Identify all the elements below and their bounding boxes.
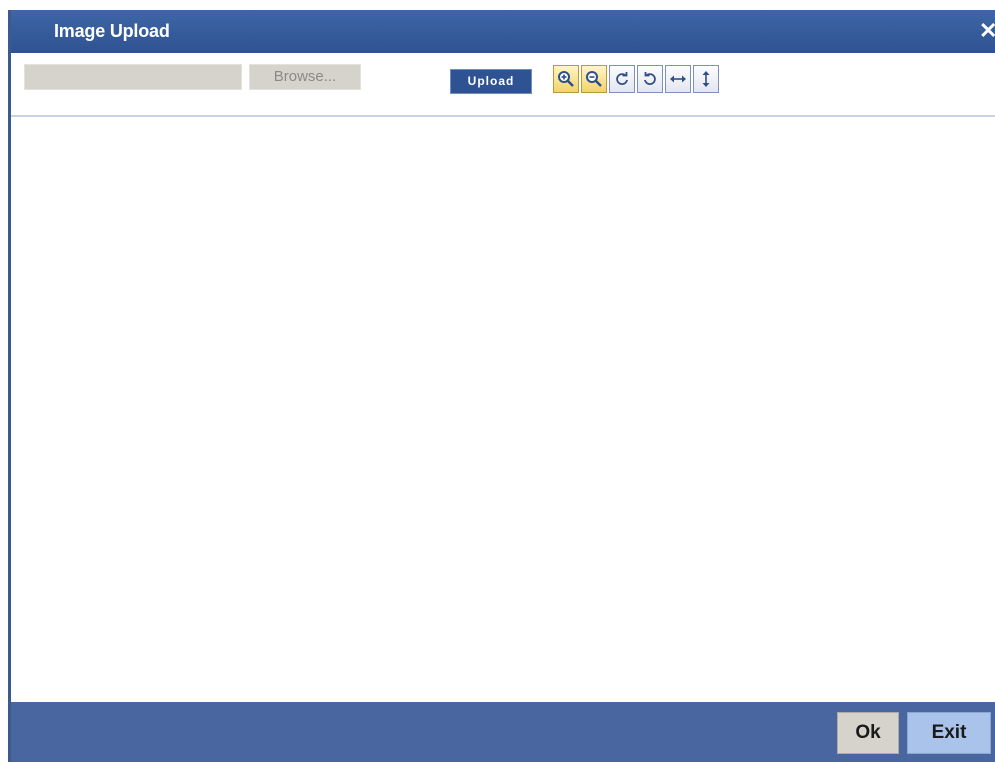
- upload-toolbar: Browse... Upload: [11, 53, 995, 117]
- file-path-input[interactable]: [24, 64, 242, 90]
- upload-button[interactable]: Upload: [450, 69, 532, 94]
- dialog-footer: Ok Exit: [11, 702, 995, 762]
- browse-button[interactable]: Browse...: [249, 64, 361, 90]
- page-margin: [0, 0, 8, 762]
- rotate-right-icon[interactable]: [609, 65, 635, 93]
- flip-horizontal-icon[interactable]: [665, 65, 691, 93]
- image-upload-dialog: Image Upload ✕ Browse... Upload Ok Exit: [8, 10, 995, 762]
- dialog-titlebar: Image Upload ✕: [11, 10, 995, 53]
- dialog-title: Image Upload: [54, 21, 170, 41]
- image-tools: [553, 65, 719, 93]
- ok-button[interactable]: Ok: [837, 712, 899, 754]
- close-icon[interactable]: ✕: [979, 16, 995, 46]
- exit-button[interactable]: Exit: [907, 712, 991, 754]
- flip-vertical-icon[interactable]: [693, 65, 719, 93]
- image-preview-area: [11, 117, 995, 702]
- zoom-in-icon[interactable]: [553, 65, 579, 93]
- rotate-left-icon[interactable]: [637, 65, 663, 93]
- zoom-out-icon[interactable]: [581, 65, 607, 93]
